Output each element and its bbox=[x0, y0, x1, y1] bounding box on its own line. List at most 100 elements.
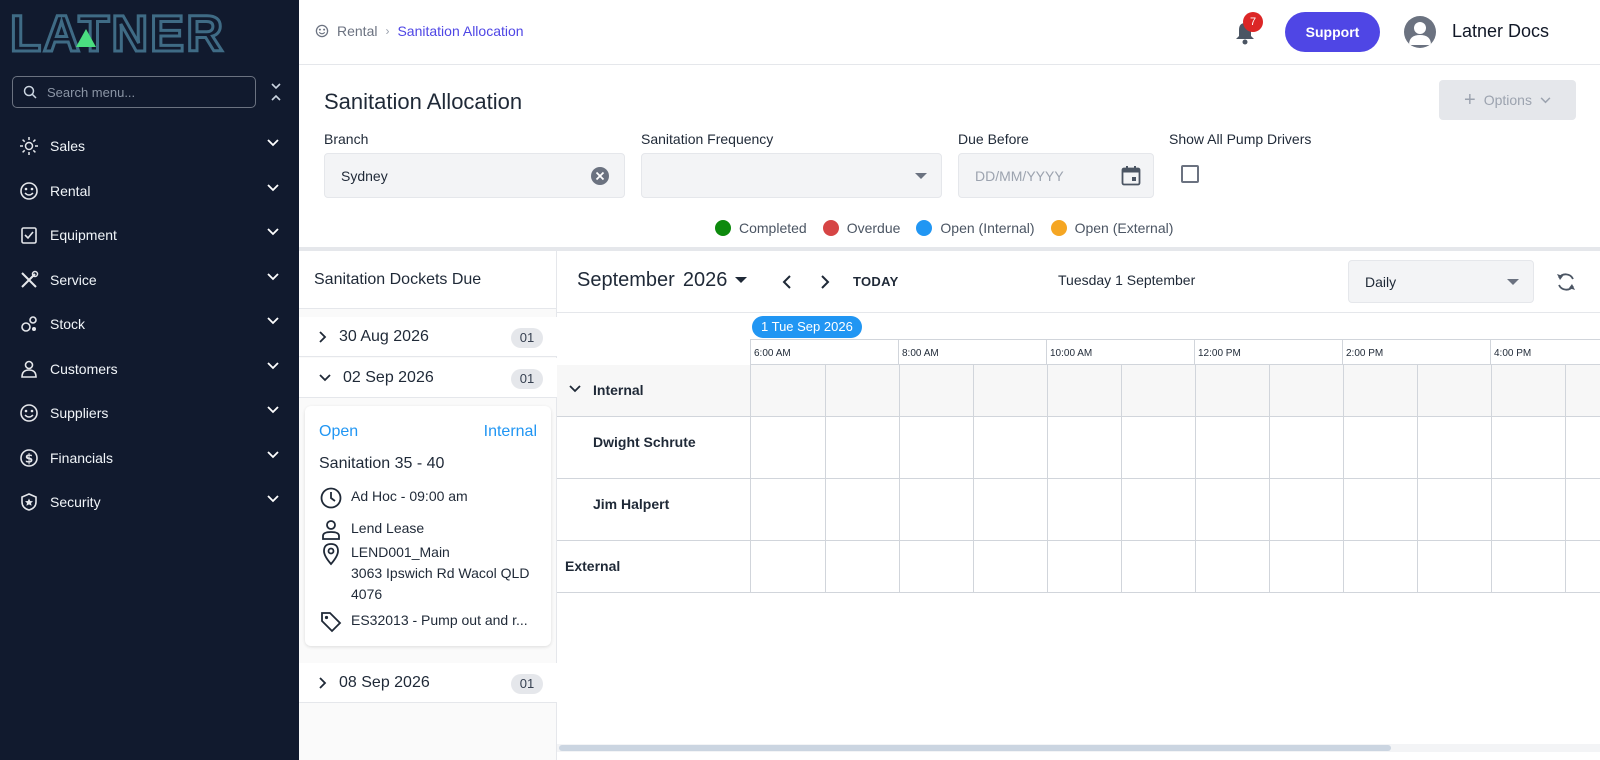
clock-icon bbox=[320, 487, 342, 509]
hour-gridline bbox=[1047, 541, 1048, 592]
hour-gridline bbox=[1491, 479, 1492, 540]
sidebar-item-sales[interactable]: Sales bbox=[0, 124, 299, 169]
plus-icon: + bbox=[1464, 89, 1476, 111]
status-legend: Completed Overdue Open (Internal) Open (… bbox=[715, 220, 1173, 236]
month-picker[interactable]: September 2026 bbox=[577, 269, 748, 292]
hour-gridline bbox=[1343, 417, 1344, 478]
hour-gridline bbox=[899, 417, 900, 478]
sidebar-item-label: Financials bbox=[50, 449, 114, 466]
view-value: Daily bbox=[1365, 273, 1397, 290]
resource-cells[interactable] bbox=[750, 479, 1600, 540]
docket-group-08-sep[interactable]: 08 Sep 2026 01 bbox=[299, 663, 557, 703]
resource-group-internal[interactable]: Internal bbox=[557, 365, 1600, 417]
resource-cells[interactable] bbox=[750, 365, 1600, 416]
legend-overdue: Overdue bbox=[822, 220, 900, 236]
hour-gridline bbox=[825, 541, 826, 592]
time-tick bbox=[1046, 340, 1047, 366]
show-drivers-checkbox[interactable] bbox=[1181, 165, 1199, 183]
previous-icon[interactable] bbox=[779, 273, 795, 291]
horizontal-scrollbar[interactable] bbox=[557, 744, 1600, 752]
hour-gridline bbox=[825, 417, 826, 478]
svg-text:LATNER: LATNER bbox=[10, 10, 225, 56]
date-chip: 1 Tue Sep 2026 bbox=[752, 316, 862, 338]
hour-gridline bbox=[1343, 541, 1344, 592]
latner-logo[interactable]: LATNER bbox=[10, 10, 282, 56]
docket-location-row: LEND001_Main 3063 Ipswich Rd Wacol QLD 4… bbox=[319, 542, 541, 605]
sidebar-item-equipment[interactable]: Equipment bbox=[0, 213, 299, 258]
time-tick bbox=[1490, 340, 1491, 366]
calendar-icon[interactable] bbox=[1121, 165, 1141, 187]
sidebar-item-security[interactable]: Security bbox=[0, 480, 299, 525]
docket-type: Internal bbox=[483, 423, 537, 440]
hour-gridline bbox=[973, 365, 974, 416]
svg-text:$: $ bbox=[25, 451, 33, 465]
hour-gridline bbox=[1195, 541, 1196, 592]
docket-group-date: 30 Aug 2026 bbox=[339, 327, 429, 345]
breadcrumb-rental[interactable]: Rental bbox=[337, 23, 377, 39]
open-internal-dot bbox=[916, 220, 933, 236]
hour-gridline bbox=[1343, 365, 1344, 416]
chevron-down-icon bbox=[267, 361, 279, 369]
next-icon[interactable] bbox=[817, 273, 833, 291]
sidebar-item-stock[interactable]: Stock bbox=[0, 302, 299, 347]
legend-open-external: Open (External) bbox=[1050, 220, 1174, 236]
time-label: 2:00 PM bbox=[1346, 348, 1384, 359]
topbar: Rental › Sanitation Allocation 7 Support… bbox=[299, 0, 1600, 65]
chevron-down-icon bbox=[267, 228, 279, 236]
sidebar-item-financials[interactable]: $ Financials bbox=[0, 436, 299, 481]
view-select[interactable]: Daily bbox=[1348, 260, 1534, 303]
time-label: 10:00 AM bbox=[1050, 348, 1093, 359]
rental-icon bbox=[315, 24, 329, 38]
hour-gridline bbox=[899, 541, 900, 592]
support-button[interactable]: Support bbox=[1285, 12, 1380, 52]
branch-label: Branch bbox=[324, 131, 369, 147]
docket-group-date: 02 Sep 2026 bbox=[343, 368, 434, 386]
chevron-down-icon bbox=[569, 385, 581, 393]
docket-group-02-sep[interactable]: 02 Sep 2026 01 bbox=[299, 358, 557, 398]
resource-cells[interactable] bbox=[750, 541, 1600, 592]
docket-card[interactable]: Open Internal Sanitation 35 - 40 Ad Hoc … bbox=[305, 406, 551, 646]
refresh-icon[interactable] bbox=[1555, 271, 1577, 293]
breadcrumb: Rental › Sanitation Allocation bbox=[315, 23, 524, 39]
sidebar-item-suppliers[interactable]: Suppliers bbox=[0, 391, 299, 436]
resource-row-dwight: Dwight Schrute bbox=[557, 417, 1600, 479]
notification-badge: 7 bbox=[1243, 12, 1263, 32]
hour-gridline bbox=[1269, 541, 1270, 592]
resource-cells[interactable] bbox=[750, 417, 1600, 478]
sidebar-item-service[interactable]: Service bbox=[0, 258, 299, 303]
avatar[interactable] bbox=[1404, 16, 1436, 48]
sidebar-nav: Sales Rental Equipment Service Stock Cus… bbox=[0, 124, 299, 525]
branch-select[interactable]: Sydney bbox=[324, 153, 625, 198]
user-name[interactable]: Latner Docs bbox=[1452, 21, 1549, 42]
sidebar-item-label: Rental bbox=[50, 182, 91, 199]
due-before-input[interactable] bbox=[975, 167, 1105, 184]
collapse-sidebar-icon[interactable] bbox=[268, 82, 284, 102]
resource-group-external[interactable]: External bbox=[557, 541, 1600, 593]
service-icon bbox=[18, 269, 40, 291]
docket-schedule-row: Ad Hoc - 09:00 am bbox=[319, 486, 468, 510]
scrollbar-thumb[interactable] bbox=[559, 745, 1391, 751]
caret-down-icon bbox=[915, 173, 927, 179]
menu-search-input[interactable] bbox=[47, 84, 237, 100]
hour-gridline bbox=[1195, 417, 1196, 478]
scheduler-grid: 1 Tue Sep 2026 6:00 AM 8:00 AM 10:00 AM 12:… bbox=[557, 313, 1600, 743]
due-before-field[interactable] bbox=[958, 153, 1154, 198]
options-button[interactable]: + Options bbox=[1439, 80, 1576, 120]
sidebar-item-customers[interactable]: Customers bbox=[0, 347, 299, 392]
hour-gridline bbox=[1269, 479, 1270, 540]
open-external-dot bbox=[1050, 220, 1067, 236]
hour-gridline bbox=[1121, 365, 1122, 416]
overdue-dot bbox=[822, 220, 839, 236]
sidebar-item-label: Suppliers bbox=[50, 405, 109, 422]
menu-search[interactable] bbox=[12, 76, 256, 108]
hour-gridline bbox=[1565, 417, 1566, 478]
legend-label: Open (External) bbox=[1074, 220, 1174, 236]
clear-icon[interactable] bbox=[590, 166, 610, 186]
docket-group-30-aug[interactable]: 30 Aug 2026 01 bbox=[299, 317, 557, 357]
sidebar-item-rental[interactable]: Rental bbox=[0, 169, 299, 214]
today-button[interactable]: TODAY bbox=[853, 274, 899, 289]
frequency-select[interactable] bbox=[641, 153, 942, 198]
time-label: 6:00 AM bbox=[754, 348, 791, 359]
time-label: 8:00 AM bbox=[902, 348, 939, 359]
hour-gridline bbox=[899, 365, 900, 416]
